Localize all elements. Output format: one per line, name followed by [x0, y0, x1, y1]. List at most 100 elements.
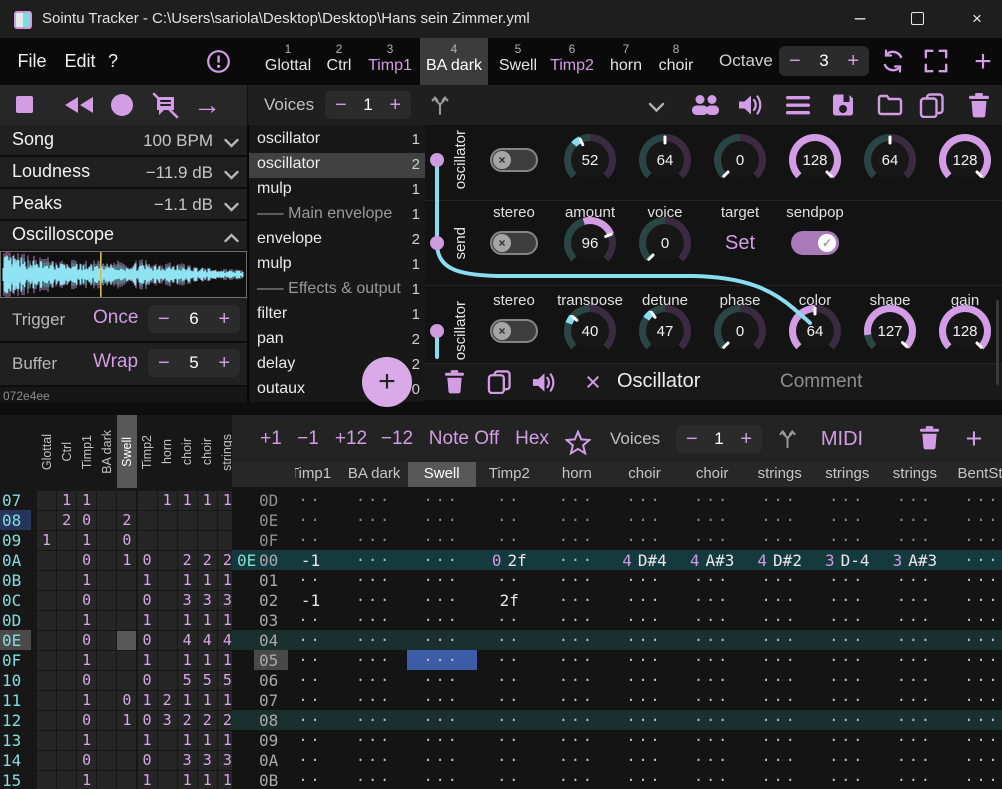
note-cell[interactable]: ···	[813, 570, 881, 590]
knob[interactable]: 0	[639, 217, 691, 269]
note-cell[interactable]: ···	[543, 550, 611, 570]
note-cell[interactable]: ···	[340, 590, 408, 610]
matrix-cell[interactable]	[37, 671, 56, 690]
note-cell[interactable]: ··	[277, 530, 345, 550]
note-cell[interactable]: ···	[881, 610, 949, 630]
matrix-cell[interactable]: 1	[178, 491, 197, 510]
note-cell[interactable]: ···	[340, 710, 408, 730]
note-cell[interactable]: ···	[543, 510, 611, 530]
note-cell[interactable]: ···	[408, 730, 476, 750]
unit-row-oscillator[interactable]: oscillator2	[249, 153, 427, 178]
note-cell[interactable]: ···	[881, 690, 949, 710]
note-cell[interactable]: ···	[678, 510, 746, 530]
note-cell[interactable]: ··	[475, 490, 543, 510]
matrix-cell[interactable]: 1	[138, 571, 157, 590]
knob[interactable]: 127	[864, 305, 916, 357]
matrix-cell[interactable]	[158, 591, 177, 610]
matrix-cell[interactable]	[158, 671, 177, 690]
note-cell[interactable]: ···	[408, 770, 476, 789]
matrix-cell[interactable]	[37, 711, 56, 730]
matrix-cell[interactable]: 1	[77, 531, 96, 550]
matrix-cell[interactable]	[138, 491, 157, 510]
split-track-icon[interactable]	[776, 427, 799, 455]
matrix-cell[interactable]: 5	[218, 671, 232, 690]
prop-row-song[interactable]: Song100 BPM	[0, 125, 247, 157]
matrix-cell[interactable]: 1	[178, 611, 197, 630]
matrix-cell[interactable]	[158, 631, 177, 650]
note-cell[interactable]: ···	[611, 670, 679, 690]
matrix-cell[interactable]: 1	[178, 691, 197, 710]
note-cell[interactable]: ···	[746, 630, 814, 650]
minimize-button[interactable]: –	[837, 0, 883, 37]
note-cell[interactable]: ···	[881, 490, 949, 510]
matrix-cell[interactable]	[57, 571, 76, 590]
note-cell[interactable]: ···	[678, 750, 746, 770]
matrix-cell[interactable]	[158, 531, 177, 550]
note-cell[interactable]: ···	[813, 590, 881, 610]
matrix-track-header[interactable]: choir	[178, 417, 196, 487]
note-cell[interactable]: ···	[813, 710, 881, 730]
matrix-cell[interactable]	[37, 611, 56, 630]
song-menu-icon[interactable]	[786, 96, 810, 120]
open-folder-icon[interactable]	[877, 94, 903, 121]
note-cell[interactable]: ···	[813, 770, 881, 789]
note-cell[interactable]: ···	[678, 710, 746, 730]
close-unit-icon[interactable]: ×	[576, 364, 610, 401]
matrix-cell[interactable]	[57, 751, 76, 770]
instruments-icon[interactable]	[690, 94, 721, 121]
matrix-cell[interactable]: 4	[198, 631, 217, 650]
matrix-cell[interactable]	[57, 731, 76, 750]
prop-row-loudness[interactable]: Loudness−11.9 dB	[0, 157, 247, 189]
trigger-minus-button[interactable]: −	[158, 309, 170, 329]
note-cell[interactable]: ···	[746, 610, 814, 630]
note-cell[interactable]: ···	[746, 730, 814, 750]
note-cell[interactable]: ···	[678, 590, 746, 610]
note-cell[interactable]: ···	[949, 670, 1002, 690]
matrix-cell[interactable]: 3	[198, 751, 217, 770]
note-cell[interactable]: ··	[475, 630, 543, 650]
tab-timp2[interactable]: 6Timp2	[544, 38, 600, 85]
octave-minus-button[interactable]: −	[789, 51, 801, 71]
note-cell[interactable]: ···	[813, 750, 881, 770]
matrix-cell[interactable]: 1	[138, 611, 157, 630]
note-cell[interactable]: ···	[543, 570, 611, 590]
note-cell[interactable]: 4D#2	[746, 550, 814, 570]
matrix-cell[interactable]	[97, 631, 116, 650]
stereo-toggle[interactable]: ×	[490, 231, 538, 255]
knob[interactable]: 64	[789, 305, 841, 357]
track-header-ba dark[interactable]: BA dark	[340, 465, 408, 482]
matrix-cell[interactable]	[117, 631, 136, 650]
matrix-cell[interactable]	[57, 631, 76, 650]
matrix-cell[interactable]: 0	[77, 551, 96, 570]
note-cell[interactable]: ···	[611, 570, 679, 590]
note-cell[interactable]: ···	[813, 610, 881, 630]
add-track-button[interactable]: +	[954, 419, 994, 459]
track-header-strings[interactable]: strings	[746, 465, 814, 482]
matrix-cell[interactable]: 0	[77, 591, 96, 610]
note-cell[interactable]: ···	[408, 750, 476, 770]
matrix-cell[interactable]: 1	[138, 651, 157, 670]
oscilloscope-header[interactable]: Oscilloscope	[0, 221, 247, 249]
note-cell[interactable]: ···	[611, 750, 679, 770]
note-cell[interactable]: ···	[611, 710, 679, 730]
matrix-cell[interactable]	[97, 491, 116, 510]
matrix-cell[interactable]: 5	[178, 671, 197, 690]
prop-row-peaks[interactable]: Peaks−1.1 dB	[0, 189, 247, 221]
tab-ba-dark[interactable]: 4BA dark	[420, 38, 488, 85]
knob[interactable]: 128	[789, 134, 841, 186]
note-cell[interactable]: ···	[340, 490, 408, 510]
matrix-cell[interactable]	[97, 611, 116, 630]
matrix-cell[interactable]: 0	[138, 751, 157, 770]
matrix-cell[interactable]: 1	[198, 771, 217, 789]
note-cell[interactable]: ···	[949, 630, 1002, 650]
tab-swell[interactable]: 5Swell	[490, 38, 546, 85]
note-cell[interactable]: ···	[543, 710, 611, 730]
matrix-cell[interactable]: 1	[158, 491, 177, 510]
note-cell[interactable]: ··	[475, 730, 543, 750]
note-cell[interactable]: ···	[543, 670, 611, 690]
matrix-cell[interactable]	[117, 571, 136, 590]
matrix-cell[interactable]: 1	[198, 691, 217, 710]
matrix-cell[interactable]: 3	[218, 591, 232, 610]
matrix-cell[interactable]: 1	[218, 491, 232, 510]
matrix-cell[interactable]	[97, 711, 116, 730]
